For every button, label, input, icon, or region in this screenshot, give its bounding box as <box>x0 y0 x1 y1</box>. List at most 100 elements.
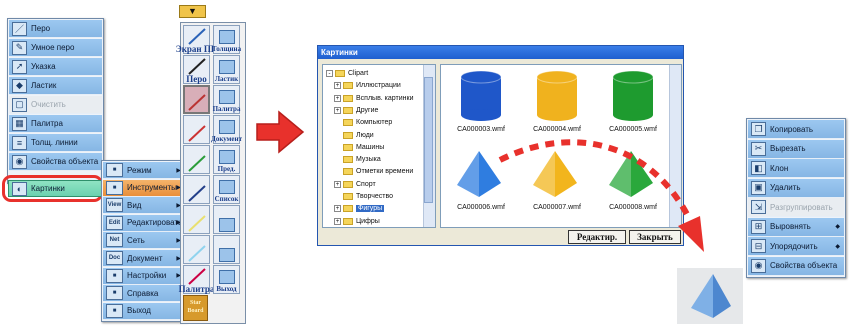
toolbar-tool-button[interactable] <box>183 235 210 264</box>
tree-node[interactable]: + Спорт <box>334 179 376 190</box>
submenu-item[interactable]: ■ Справка <box>103 285 185 303</box>
toolbar-tool-button[interactable] <box>183 85 210 114</box>
tree-node[interactable]: - Clipart <box>326 68 368 79</box>
toolbar-function-icon <box>218 270 235 284</box>
tree-expand-icon[interactable]: + <box>334 205 341 213</box>
menu-item-smart-pen[interactable]: ✎ Умное перо <box>9 39 102 57</box>
tree-node[interactable]: Музыка <box>334 154 381 165</box>
context-menu-item[interactable]: ⊞ Выровнять ◆ <box>748 217 844 237</box>
context-menu-item[interactable]: ▣ Удалить <box>748 178 844 198</box>
menu-item-line-width[interactable]: ≡ Толщ. линии <box>9 134 102 152</box>
toolbar-function-button[interactable]: Документ <box>211 115 243 144</box>
tree-expand-icon[interactable]: + <box>334 106 341 114</box>
tree-node[interactable]: Машины <box>334 142 384 153</box>
submenu-item-icon: ■ <box>106 180 123 195</box>
submenu-item[interactable]: ■ Настройки ▶ <box>103 267 185 285</box>
menu-item-pointer[interactable]: ➚ Указка <box>9 58 102 76</box>
tool-stroke-icon <box>187 58 206 75</box>
toolbar-function-button[interactable]: Пред. <box>213 145 240 174</box>
pointer-icon: ➚ <box>12 59 27 74</box>
context-menu-item[interactable]: ✂ Вырезать <box>748 139 844 159</box>
context-menu-icon: ◉ <box>751 258 766 273</box>
tree-expand-icon[interactable]: + <box>334 94 341 102</box>
menu-item-clipart[interactable]: ◐ Картинки <box>8 180 103 197</box>
folder-icon <box>343 131 353 139</box>
context-menu-item[interactable]: ◉ Свойства объекта <box>748 256 844 276</box>
drag-path-arrow-icon <box>498 139 704 252</box>
menu-item-pen[interactable]: ／ Перо <box>9 20 102 38</box>
submenu-item[interactable]: ■ Инструменты ▶ <box>103 179 185 197</box>
toolbar-button-label: Документ <box>211 135 243 143</box>
dropped-pyramid-image[interactable] <box>677 268 743 324</box>
object-properties-icon: ◉ <box>12 154 27 169</box>
folder-icon <box>343 193 353 200</box>
context-menu-item[interactable]: ❐ Копировать <box>748 120 844 139</box>
tree-node-label: Другие <box>356 106 379 114</box>
clipart-thumbnail[interactable]: CA000005.wmf <box>603 69 663 133</box>
tree-node[interactable]: + Фигуры <box>334 203 385 214</box>
context-menu-icon: ⊞ <box>751 219 766 234</box>
submenu-item[interactable]: Net Сеть ▶ <box>103 232 185 250</box>
tree-node[interactable]: + Цифры <box>334 216 380 227</box>
tool-stroke-icon <box>187 125 206 142</box>
toolbar-button-label: Толщина <box>211 45 242 53</box>
toolbar-function-button[interactable]: Толщина <box>211 25 242 54</box>
folder-icon <box>343 180 353 188</box>
toolbar-button-label: Выход <box>216 285 237 293</box>
toolbar-function-button[interactable] <box>213 235 240 264</box>
toolbar-function-button[interactable]: Выход <box>213 265 240 294</box>
tree-node[interactable]: Отметки времени <box>334 166 413 177</box>
clipart-thumbnail[interactable]: CA000003.wmf <box>451 69 511 133</box>
tree-scroll-thumb[interactable] <box>424 77 433 203</box>
toolbar-tool-button[interactable]: Палитра <box>179 265 214 294</box>
tree-node[interactable]: Люди <box>334 130 374 141</box>
context-menu: ❐ Копировать ✂ Вырезать ◧ Клон ▣ Удалить ⇲ Разгру… <box>746 118 846 278</box>
folder-icon <box>343 168 353 176</box>
toolbar-tool-button[interactable]: Перо <box>183 55 210 84</box>
tree-node-label: Машины <box>356 143 385 151</box>
tree-expand-icon[interactable]: + <box>334 180 341 188</box>
menu-item-clear[interactable]: ▢ Очистить <box>9 96 102 114</box>
toolbar-tool-button[interactable] <box>183 205 210 234</box>
tool-stroke-icon <box>187 215 206 232</box>
tree-node[interactable]: + Иллюстрации <box>334 80 401 91</box>
menu-item-object-properties[interactable]: ◉ Свойства объекта <box>9 153 102 171</box>
context-menu-item[interactable]: ⊟ Упорядочить ◆ <box>748 237 844 256</box>
toolbar-tool-button[interactable] <box>183 145 210 174</box>
menu-item-palette[interactable]: ▦ Палитра <box>9 115 102 133</box>
toolbar-tool-button[interactable]: Экран ПК <box>176 25 217 54</box>
main-menu: ／ Перо ✎ Умное перо ➚ Указка ◆ Ластик ▢ Очистить ▦… <box>7 18 104 184</box>
submenu-item[interactable]: Doc Документ ▶ <box>103 250 185 267</box>
menu-item-label: Палитра <box>31 119 63 128</box>
palette-icon: ▦ <box>12 116 27 131</box>
submenu-item-label: Сеть <box>127 235 145 245</box>
submenu-item[interactable]: ■ Режим ▶ <box>103 162 185 179</box>
tree-node[interactable]: + Всплыв. картинки <box>334 93 414 104</box>
tree-node[interactable]: Компьютер <box>334 117 392 128</box>
toolbar-function-button[interactable]: Ластик <box>213 55 240 84</box>
toolbar-collapse-button[interactable]: ▼ <box>179 5 206 18</box>
submenu-item-icon: Net <box>106 233 123 248</box>
toolbar-function-icon <box>218 30 235 44</box>
toolbar-function-button[interactable]: Список <box>213 175 240 204</box>
tree-node[interactable]: Творчество <box>334 191 393 202</box>
tree-expand-icon[interactable]: - <box>326 70 333 77</box>
context-menu-item[interactable]: ◧ Клон <box>748 159 844 178</box>
submenu-item[interactable]: View Вид ▶ <box>103 197 185 215</box>
pyramid-icon <box>691 274 731 318</box>
starboard-logo: Star Board <box>183 295 208 321</box>
eraser-icon: ◆ <box>12 78 27 93</box>
tool-stroke-icon <box>187 28 206 45</box>
menu-item-eraser[interactable]: ◆ Ластик <box>9 77 102 95</box>
tree-node[interactable]: + Другие <box>334 105 378 116</box>
submenu-item[interactable]: Edit Редактировать ▶ <box>103 214 185 232</box>
tree-expand-icon[interactable]: + <box>334 82 341 90</box>
submenu-item[interactable]: ■ Выход <box>103 302 185 320</box>
toolbar-tool-button[interactable] <box>183 175 210 204</box>
toolbar-button-label: Палитра <box>212 105 241 113</box>
clipart-thumbnail[interactable]: CA000004.wmf <box>527 69 587 133</box>
tree-expand-icon[interactable]: + <box>334 217 341 225</box>
toolbar-function-button[interactable]: Палитра <box>213 85 240 114</box>
toolbar-function-button[interactable] <box>213 205 240 234</box>
toolbar-tool-button[interactable] <box>183 115 210 144</box>
